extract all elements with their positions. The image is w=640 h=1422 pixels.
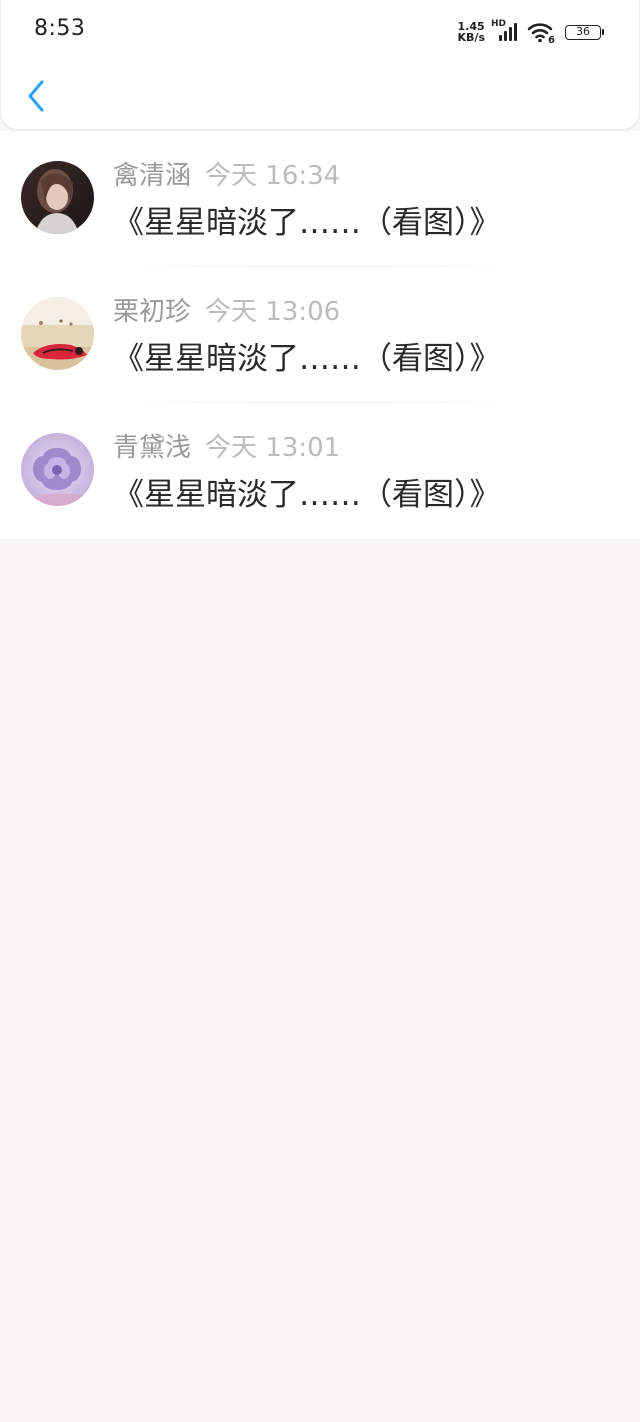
sender-line: 禽清涵 今天 16:34 xyxy=(113,155,340,192)
wifi-icon: 6 xyxy=(527,23,555,43)
status-icons: 1.45 KB/s HD 6 36 xyxy=(458,19,604,45)
avatar xyxy=(21,433,94,506)
chevron-left-icon xyxy=(28,80,44,112)
cell-signal-icon: HD xyxy=(491,19,521,43)
back-button[interactable] xyxy=(19,76,53,116)
network-speed: 1.45 KB/s xyxy=(458,21,485,43)
wifi-label: 6 xyxy=(548,35,555,43)
message-list: 禽清涵 今天 16:34 《星星暗淡了……（看图）》 栗初珍 今天 13:06 《星… xyxy=(0,131,640,539)
message-title: 《星星暗淡了……（看图）》 xyxy=(113,205,501,241)
network-speed-unit: KB/s xyxy=(457,31,485,44)
message-title: 《星星暗淡了……（看图）》 xyxy=(113,341,501,377)
message-time: 今天 13:01 xyxy=(205,433,341,463)
sender-line: 栗初珍 今天 13:06 xyxy=(113,291,340,328)
avatar xyxy=(21,161,94,234)
battery-level: 36 xyxy=(576,24,590,38)
sender-line: 青黛浅 今天 13:01 xyxy=(113,427,340,464)
sender-name: 禽清涵 xyxy=(113,161,192,191)
message-time: 今天 16:34 xyxy=(205,161,341,191)
hd-label: HD xyxy=(491,19,507,29)
battery-icon: 36 xyxy=(565,24,604,40)
sender-name: 栗初珍 xyxy=(113,297,192,327)
message-title: 《星星暗淡了……（看图）》 xyxy=(113,477,501,513)
sender-name: 青黛浅 xyxy=(113,433,192,463)
avatar xyxy=(21,297,94,370)
list-item[interactable]: 青黛浅 今天 13:01 《星星暗淡了……（看图）》 xyxy=(0,403,640,539)
message-time: 今天 13:06 xyxy=(205,297,341,327)
top-bar: 8:53 1.45 KB/s HD 6 36 xyxy=(0,0,640,130)
list-item[interactable]: 栗初珍 今天 13:06 《星星暗淡了……（看图）》 xyxy=(0,267,640,403)
list-item[interactable]: 禽清涵 今天 16:34 《星星暗淡了……（看图）》 xyxy=(0,131,640,267)
status-time: 8:53 xyxy=(34,16,86,41)
